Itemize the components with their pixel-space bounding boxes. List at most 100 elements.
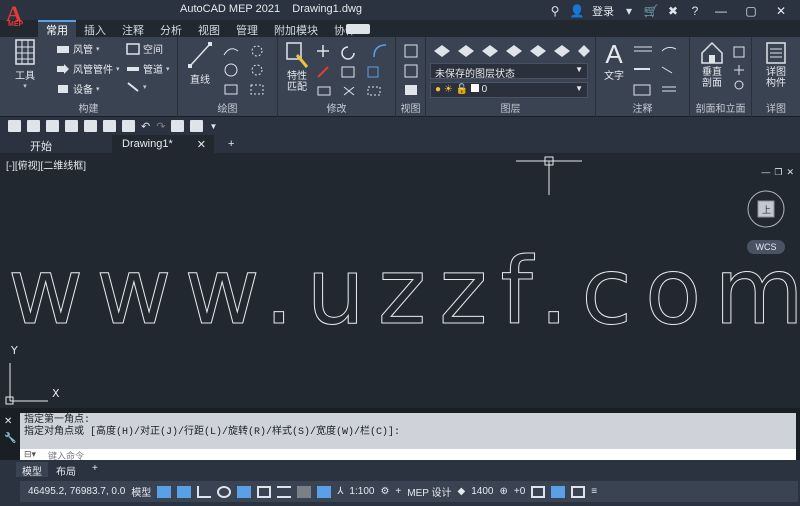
save-as-icon[interactable] bbox=[65, 120, 78, 132]
minimize-button[interactable]: — bbox=[710, 2, 732, 20]
login-link[interactable]: 登录 bbox=[592, 3, 614, 19]
settings-gear-icon[interactable]: ⚙ bbox=[380, 486, 389, 497]
customize-dropdown-icon[interactable]: ▼ bbox=[209, 122, 217, 131]
isolate-icon[interactable] bbox=[531, 485, 546, 498]
elevation-offset[interactable]: +0 bbox=[514, 486, 525, 497]
ucs-y-label: Y bbox=[10, 344, 18, 357]
share-icon[interactable] bbox=[171, 120, 185, 132]
ortho-icon[interactable] bbox=[197, 485, 212, 498]
layer-state-dropdown[interactable]: 未保存的图层状态 ▼ bbox=[430, 63, 588, 80]
modify-tools-icon[interactable] bbox=[316, 43, 392, 97]
help-icon[interactable]: ? bbox=[688, 4, 702, 18]
save-icon[interactable] bbox=[46, 120, 59, 132]
panel-title-layers[interactable]: 图层 bbox=[426, 100, 595, 115]
wcs-menu[interactable]: WCS bbox=[747, 240, 785, 254]
cut-plane-value[interactable]: 1400 bbox=[471, 486, 493, 497]
open-file-icon[interactable] bbox=[27, 120, 40, 132]
undo-icon[interactable]: ↶ bbox=[141, 120, 150, 133]
annotation-scale-icon[interactable]: ⅄ bbox=[337, 486, 343, 497]
tab-start[interactable]: 开始 bbox=[20, 135, 62, 153]
layer-tools-icon[interactable] bbox=[432, 41, 592, 59]
cable-tray-button[interactable]: ▾ bbox=[126, 81, 147, 93]
panel-title-draw[interactable]: 绘图 bbox=[178, 100, 277, 115]
exchange-icon[interactable]: ✖ bbox=[666, 4, 680, 18]
annotation-visibility-icon[interactable] bbox=[317, 485, 332, 498]
lineweight-icon[interactable] bbox=[277, 485, 292, 498]
current-layer-dropdown[interactable]: ● ☀ 🔓 0 ▼ bbox=[430, 82, 588, 98]
app-logo[interactable]: A MEP bbox=[6, 1, 32, 33]
plot-icon[interactable] bbox=[122, 120, 135, 132]
duct-fitting-button[interactable]: 风管管件 ▾ bbox=[56, 61, 120, 76]
tab-view[interactable]: 视图 bbox=[190, 20, 228, 37]
tab-manage[interactable]: 管理 bbox=[228, 20, 266, 37]
tab-model[interactable]: 模型 bbox=[16, 462, 48, 478]
drawing-svg: 上 Y X www.uzzf.com bbox=[5, 156, 800, 405]
close-button[interactable]: ✕ bbox=[770, 2, 792, 20]
workspace-switch[interactable]: MEP 设计 bbox=[407, 484, 451, 499]
pipe-button[interactable]: 管道 ▾ bbox=[126, 61, 170, 76]
save-web-icon[interactable] bbox=[103, 120, 116, 132]
coordinates-readout[interactable]: 46495.2, 76983.7, 0.0 bbox=[28, 486, 125, 497]
lightbulb-icon: ● bbox=[435, 84, 442, 95]
equipment-button[interactable]: 设备 ▾ bbox=[56, 81, 100, 96]
search-icon[interactable]: ⚲ bbox=[548, 4, 562, 18]
view-cube: 上 bbox=[747, 190, 785, 228]
maximize-button[interactable]: ▢ bbox=[740, 2, 762, 20]
text-button[interactable]: A 文字 bbox=[602, 41, 626, 82]
tab-analyze[interactable]: 分析 bbox=[152, 20, 190, 37]
ribbon-options-button[interactable] bbox=[346, 24, 370, 34]
command-close-icon[interactable]: ✕ bbox=[4, 416, 16, 427]
annotation-scale[interactable]: 1:100 bbox=[349, 486, 374, 497]
tools-button[interactable]: 工具 ▾ bbox=[8, 39, 42, 90]
panel-title-detail[interactable]: 详图 bbox=[752, 100, 800, 115]
workspace-icon[interactable] bbox=[190, 120, 204, 132]
elevation-icon[interactable]: ◆ bbox=[458, 486, 466, 497]
tab-home[interactable]: 常用 bbox=[38, 20, 76, 37]
detail-component-button[interactable]: 详图 构件 bbox=[758, 41, 794, 89]
new-file-icon[interactable] bbox=[8, 120, 21, 132]
object-snap-icon[interactable] bbox=[257, 485, 272, 498]
line-button[interactable]: 直线 bbox=[182, 41, 218, 86]
panel-title-annotation[interactable]: 注释 bbox=[596, 100, 689, 115]
model-space-button[interactable]: 模型 bbox=[131, 484, 151, 499]
panel-title-section[interactable]: 剖面和立面 bbox=[690, 100, 751, 115]
command-input[interactable]: ⊟▾ 键入命令 bbox=[20, 449, 796, 461]
match-properties-button[interactable]: 特性 匹配 bbox=[282, 41, 312, 93]
open-web-icon[interactable] bbox=[84, 120, 97, 132]
isodraft-icon[interactable] bbox=[237, 485, 252, 498]
tab-drawing1[interactable]: Drawing1* ✕ bbox=[112, 135, 214, 153]
transparency-icon[interactable] bbox=[297, 485, 312, 498]
draw-tools-icon[interactable] bbox=[222, 43, 274, 97]
dropdown-icon[interactable]: ▾ bbox=[622, 4, 636, 18]
customize-menu-icon[interactable]: ≡ bbox=[591, 486, 597, 497]
panel-title-construct[interactable]: 构建 bbox=[0, 100, 177, 115]
command-customize-icon[interactable]: 🔧 bbox=[4, 433, 16, 444]
new-tab-button[interactable]: + bbox=[218, 135, 244, 153]
tab-insert[interactable]: 插入 bbox=[76, 20, 114, 37]
cart-icon[interactable]: 🛒 bbox=[644, 4, 659, 18]
view-tools-icon[interactable] bbox=[402, 43, 422, 97]
add-icon[interactable]: + bbox=[395, 486, 401, 497]
panel-title-modify[interactable]: 修改 bbox=[278, 100, 395, 115]
redo-icon[interactable]: ↷ bbox=[156, 120, 165, 133]
duct-button[interactable]: 风管 ▾ bbox=[56, 41, 100, 56]
snap-icon[interactable] bbox=[177, 485, 192, 498]
tab-layout[interactable]: 布局 bbox=[50, 462, 82, 478]
user-icon[interactable]: 👤 bbox=[570, 4, 585, 18]
close-tab-icon[interactable]: ✕ bbox=[197, 138, 206, 151]
polar-icon[interactable] bbox=[217, 485, 232, 498]
panel-draw: 直线 绘图 bbox=[178, 37, 278, 117]
new-layout-button[interactable]: + bbox=[86, 462, 104, 477]
hardware-acceleration-icon[interactable] bbox=[551, 485, 566, 498]
vertical-section-button[interactable]: 垂直 剖面 bbox=[694, 41, 730, 89]
space-button[interactable]: 空间 bbox=[126, 41, 163, 56]
plus-zero-icon[interactable]: ⊕ bbox=[500, 486, 508, 497]
tab-addins[interactable]: 附加模块 bbox=[266, 20, 326, 37]
clean-screen-icon[interactable] bbox=[571, 485, 586, 498]
panel-title-view[interactable]: 视图 bbox=[396, 100, 425, 115]
grid-icon[interactable] bbox=[157, 485, 172, 498]
section-tools-icon[interactable] bbox=[732, 45, 748, 93]
annotation-tools-icon[interactable] bbox=[632, 43, 686, 97]
tab-annotate[interactable]: 注释 bbox=[114, 20, 152, 37]
drawing-canvas[interactable]: [-][俯视][二维线框] — ❐ ✕ 上 Y X www.uzzf.com W… bbox=[0, 153, 800, 408]
